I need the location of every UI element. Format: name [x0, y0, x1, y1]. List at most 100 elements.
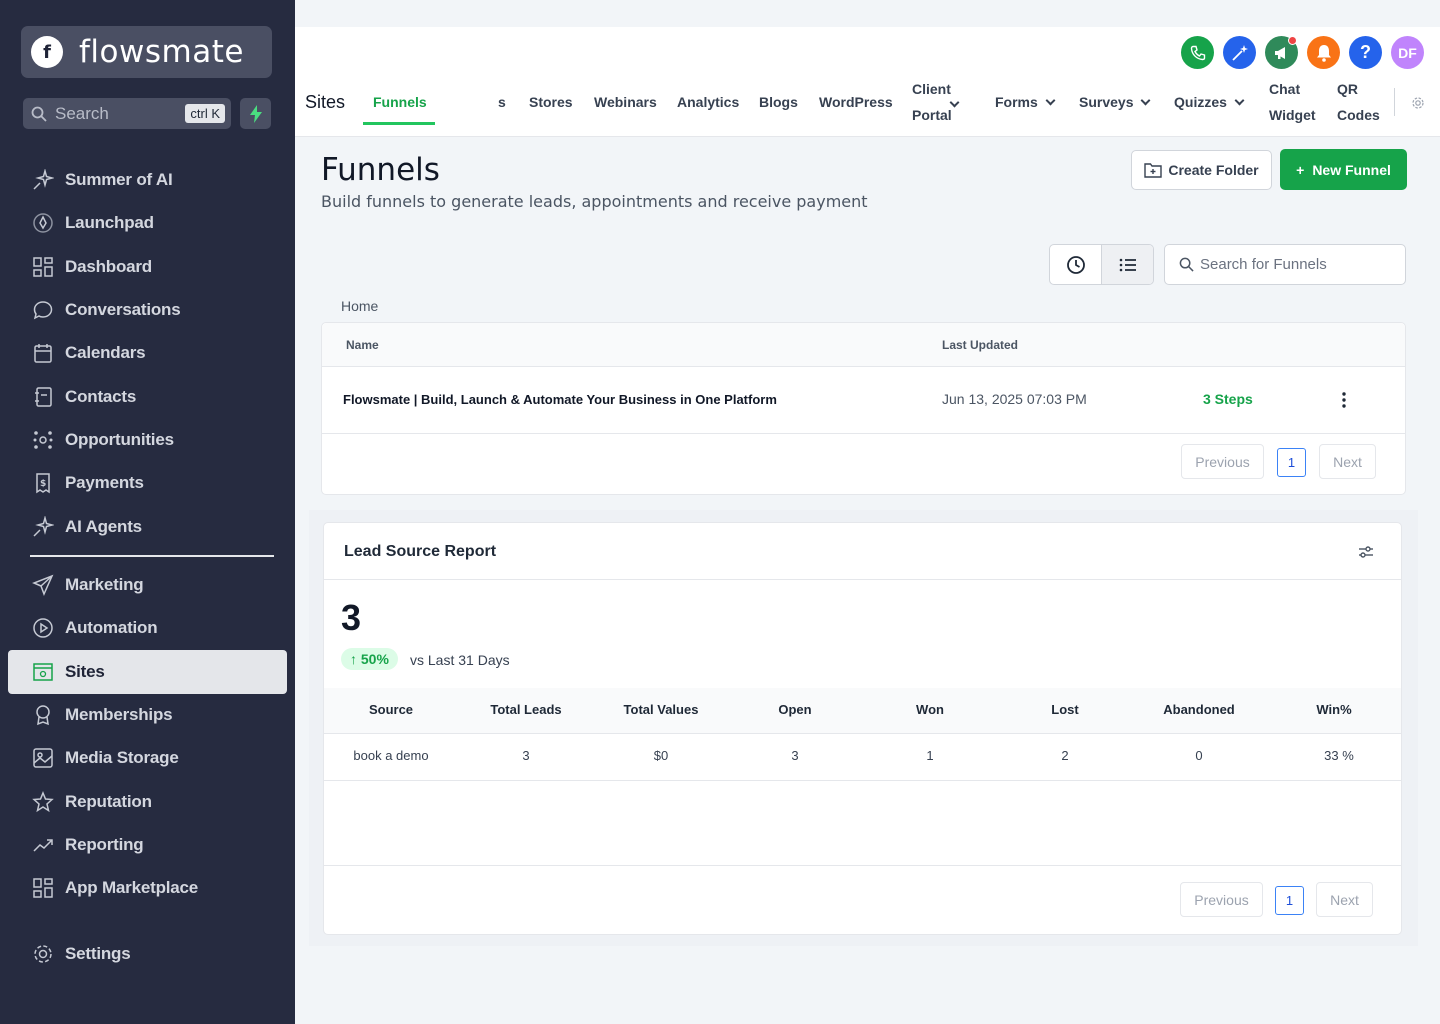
sidebar-item-launchpad[interactable]: Launchpad — [8, 201, 287, 245]
table-row[interactable]: Flowsmate | Build, Launch & Automate You… — [322, 367, 1405, 434]
steps-count[interactable]: 3 Steps — [1203, 391, 1253, 407]
sidebar-item-media-storage[interactable]: Media Storage — [8, 736, 287, 780]
create-folder-button[interactable]: Create Folder — [1131, 150, 1272, 190]
recent-view-button[interactable] — [1050, 245, 1101, 284]
announcements-button[interactable] — [1265, 36, 1298, 69]
tab-client-portal[interactable]: Client Portal — [912, 76, 952, 128]
column-header-name[interactable]: Name — [346, 338, 379, 352]
column-header-total-values[interactable]: Total Values — [601, 702, 721, 717]
sidebar-item-calendars[interactable]: Calendars — [8, 331, 287, 375]
column-header-won[interactable]: Won — [870, 702, 990, 717]
help-button[interactable]: ? — [1349, 36, 1382, 69]
page-number-button[interactable]: 1 — [1275, 886, 1304, 915]
tab-analytics[interactable]: Analytics — [677, 89, 739, 115]
sidebar-item-ai-agents[interactable]: AI Agents — [8, 505, 287, 549]
previous-page-button[interactable]: Previous — [1181, 444, 1264, 479]
abandoned-cell: 0 — [1195, 748, 1203, 763]
sidebar-item-contacts[interactable]: Contacts — [8, 375, 287, 419]
notifications-button[interactable] — [1307, 36, 1340, 69]
last-updated: Jun 13, 2025 07:03 PM — [942, 391, 1087, 407]
sidebar-item-sites[interactable]: Sites — [8, 650, 287, 694]
bolt-icon — [249, 104, 262, 123]
next-page-button[interactable]: Next — [1316, 882, 1373, 917]
page-subtitle: Build funnels to generate leads, appoint… — [321, 192, 868, 211]
tab-webinars[interactable]: Webinars — [594, 89, 657, 115]
tab-stores[interactable]: Stores — [529, 89, 573, 115]
breadcrumb[interactable]: Home — [341, 298, 378, 314]
column-header-source[interactable]: Source — [331, 702, 451, 717]
sidebar-item-reporting[interactable]: Reporting — [8, 823, 287, 867]
tab-blogs[interactable]: Blogs — [759, 89, 798, 115]
avatar-initials: DF — [1398, 44, 1417, 61]
tab-label: Codes — [1337, 107, 1380, 123]
sidebar-item-conversations[interactable]: Conversations — [8, 288, 287, 332]
change-value: 50% — [360, 651, 389, 667]
column-header-total-leads[interactable]: Total Leads — [466, 702, 586, 717]
funnel-name-link[interactable]: Flowsmate | Build, Launch & Automate You… — [343, 392, 777, 407]
search-funnels-input[interactable]: Search for Funnels — [1164, 244, 1406, 285]
image-icon — [32, 747, 54, 769]
sidebar-item-memberships[interactable]: Memberships — [8, 693, 287, 737]
change-badge: ↑ 50% — [341, 648, 398, 670]
sidebar-item-settings[interactable]: Settings — [8, 932, 287, 976]
total-values-cell: $0 — [653, 748, 669, 763]
column-header-abandoned[interactable]: Abandoned — [1139, 702, 1259, 717]
user-avatar[interactable]: DF — [1391, 36, 1424, 69]
tab-forms[interactable]: Forms — [995, 89, 1056, 115]
column-header-win-pct[interactable]: Win% — [1274, 702, 1394, 717]
magic-button[interactable] — [1223, 36, 1256, 69]
sidebar-item-app-marketplace[interactable]: App Marketplace — [8, 866, 287, 910]
new-funnel-button[interactable]: + New Funnel — [1280, 149, 1407, 190]
next-page-button[interactable]: Next — [1319, 444, 1376, 479]
tab-funnels[interactable]: Funnels — [373, 89, 427, 115]
list-view-button[interactable] — [1101, 245, 1153, 284]
tab-label: Chat — [1269, 81, 1301, 97]
gear-icon[interactable] — [1411, 96, 1425, 110]
list-icon — [1119, 258, 1136, 271]
rocket-icon — [32, 212, 54, 234]
tab-wordpress[interactable]: WordPress — [819, 89, 893, 115]
app-logo[interactable]: f flowsmate — [21, 26, 272, 78]
tab-label: Client — [912, 81, 951, 97]
tab-chat-widget[interactable]: Chat Widget — [1269, 76, 1316, 128]
chevron-down-icon — [1141, 95, 1151, 106]
sidebar-item-dashboard[interactable]: Dashboard — [8, 245, 287, 289]
sidebar-item-reputation[interactable]: Reputation — [8, 780, 287, 824]
sidebar-item-label: Media Storage — [65, 748, 179, 767]
sidebar-item-summer-of-ai[interactable]: Summer of AI — [8, 158, 287, 202]
total-leads-value: 3 — [341, 597, 362, 638]
chat-bubble-icon — [32, 299, 54, 321]
previous-page-button[interactable]: Previous — [1180, 882, 1263, 917]
sidebar-item-label: Sites — [65, 662, 105, 681]
sidebar-item-label: Conversations — [65, 300, 181, 319]
column-header-last-updated[interactable]: Last Updated — [942, 338, 1018, 352]
source-cell: book a demo — [353, 748, 429, 763]
won-cell: 1 — [926, 748, 934, 763]
tab-websites[interactable]: s — [498, 89, 506, 115]
tab-quizzes[interactable]: Quizzes — [1174, 89, 1245, 115]
phone-button[interactable] — [1181, 36, 1214, 69]
chevron-down-icon — [1234, 95, 1245, 106]
sidebar-item-label: Opportunities — [65, 430, 174, 449]
more-options-icon[interactable] — [1341, 391, 1347, 409]
report-header: Lead Source Report — [324, 523, 1401, 580]
column-header-lost[interactable]: Lost — [1005, 702, 1125, 717]
sidebar-item-opportunities[interactable]: Opportunities — [8, 418, 287, 462]
sidebar-item-automation[interactable]: Automation — [8, 606, 287, 650]
tab-surveys[interactable]: Surveys — [1079, 89, 1151, 115]
sidebar-item-marketing[interactable]: Marketing — [8, 563, 287, 607]
clock-icon — [1066, 255, 1085, 274]
new-funnel-label: New Funnel — [1312, 161, 1391, 178]
column-header-open[interactable]: Open — [735, 702, 855, 717]
filter-settings-icon[interactable] — [1358, 545, 1374, 559]
lead-source-report: Lead Source Report 3 ↑ 50% vs Last 31 Da… — [323, 522, 1402, 935]
win-pct-cell: 33 % — [1324, 748, 1354, 763]
page-number-button[interactable]: 1 — [1277, 448, 1306, 477]
quick-actions-button[interactable] — [240, 98, 271, 129]
sidebar-search-input[interactable]: Search ctrl K — [23, 98, 231, 129]
sidebar-item-payments[interactable]: $ Payments — [8, 461, 287, 505]
search-placeholder: Search — [55, 103, 109, 123]
search-placeholder: Search for Funnels — [1200, 256, 1327, 273]
tab-qr-codes[interactable]: QR Codes — [1337, 76, 1380, 128]
calendar-icon — [32, 342, 54, 364]
